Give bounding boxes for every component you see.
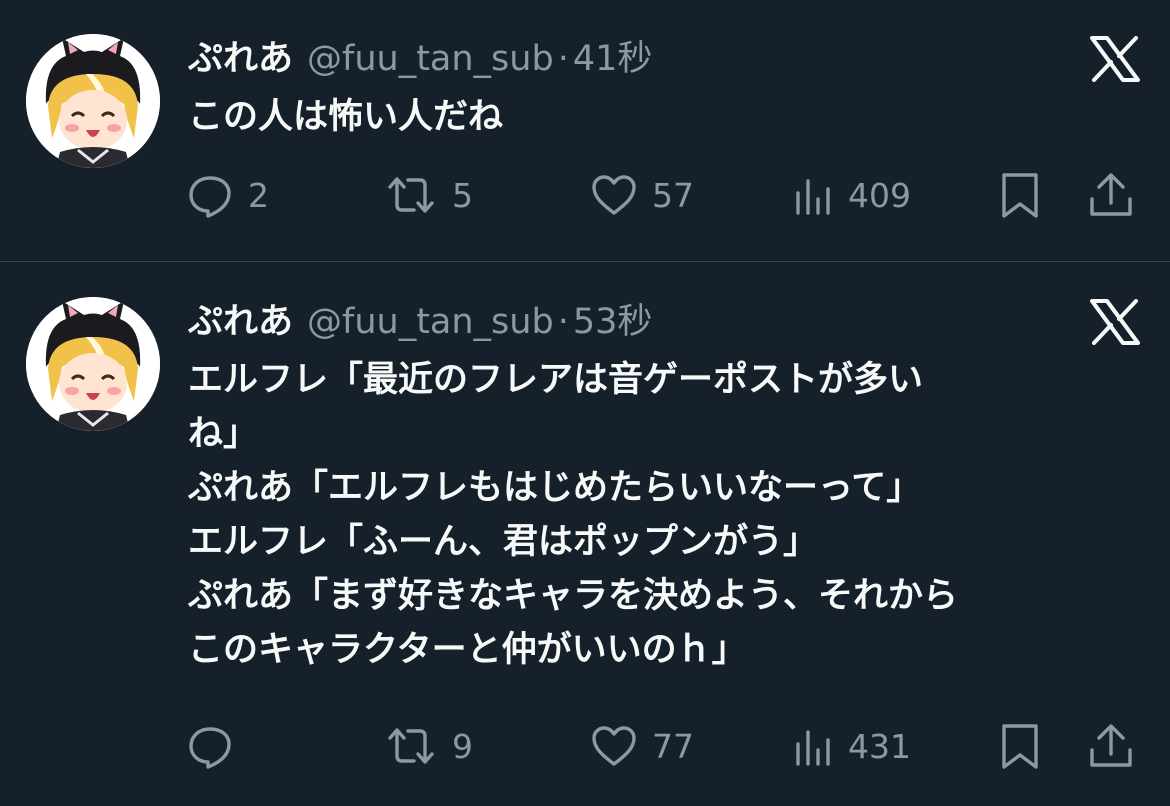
heart-icon	[590, 722, 638, 770]
bookmark-button[interactable]	[998, 721, 1042, 771]
reply-count: 2	[248, 175, 269, 215]
like-count: 77	[652, 726, 694, 766]
share-upload-icon	[1086, 171, 1136, 219]
tweet-actions: 9 77 431	[186, 721, 1146, 771]
retweet-count: 5	[452, 175, 473, 215]
tweet-text: エルフレ「最近のフレアは音ゲーポストが多い ね」 ぷれあ「エルフレもはじめたらい…	[188, 353, 1128, 677]
reply-bubble-icon	[186, 722, 234, 770]
like-button[interactable]: 77	[590, 721, 694, 771]
tweet-text-line: ぷれあ「エルフレもはじめたらいいなーって」	[188, 468, 922, 508]
tweet-text-line: エルフレ「ふーん、君はポップンがう」	[188, 522, 819, 562]
bar-chart-icon	[794, 722, 834, 770]
views-button[interactable]: 409	[794, 170, 911, 220]
tweet-header: ぷれあ @fuu_tan_sub · 53秒	[188, 299, 652, 345]
bar-chart-icon	[794, 171, 834, 219]
display-name[interactable]: ぷれあ	[188, 302, 293, 342]
tweet-text-line: このキャラクターと仲がいいのｈ」	[188, 630, 747, 670]
tweet-text-line: この人は怖い人だね	[188, 97, 504, 137]
tweet-card[interactable]: ぷれあ @fuu_tan_sub · 41秒 この人は怖い人だね 2 5 57 …	[0, 0, 1170, 262]
view-count: 431	[848, 726, 911, 766]
timestamp[interactable]: 53秒	[573, 302, 653, 342]
reply-button[interactable]	[186, 721, 248, 771]
x-logo-icon	[1090, 36, 1140, 82]
retweet-arrows-icon	[384, 171, 438, 219]
view-count: 409	[848, 175, 911, 215]
x-logo-icon	[1090, 299, 1140, 345]
share-button[interactable]	[1086, 721, 1136, 771]
timestamp[interactable]: 41秒	[573, 39, 653, 79]
tweet-text: この人は怖い人だね	[188, 90, 1128, 144]
avatar[interactable]	[26, 297, 160, 431]
tweet-actions: 2 5 57 409	[186, 170, 1146, 220]
avatar[interactable]	[26, 34, 160, 168]
header-separator: ·	[557, 302, 569, 342]
tweet-text-line: ね」	[188, 414, 259, 454]
bookmark-icon	[998, 722, 1042, 770]
share-upload-icon	[1086, 722, 1136, 770]
retweet-count: 9	[452, 726, 473, 766]
bookmark-button[interactable]	[998, 170, 1042, 220]
bookmark-icon	[998, 171, 1042, 219]
header-separator: ·	[557, 39, 569, 79]
user-handle[interactable]: @fuu_tan_sub	[307, 39, 554, 79]
reply-bubble-icon	[186, 171, 234, 219]
tweet-header: ぷれあ @fuu_tan_sub · 41秒	[188, 36, 652, 82]
heart-icon	[590, 171, 638, 219]
views-button[interactable]: 431	[794, 721, 911, 771]
reply-button[interactable]: 2	[186, 170, 269, 220]
display-name[interactable]: ぷれあ	[188, 39, 293, 79]
share-button[interactable]	[1086, 170, 1136, 220]
tweet-card[interactable]: ぷれあ @fuu_tan_sub · 53秒 エルフレ「最近のフレアは音ゲーポストが多…	[0, 263, 1170, 806]
tweet-text-line: エルフレ「最近のフレアは音ゲーポストが多い	[188, 360, 924, 400]
retweet-button[interactable]: 9	[384, 721, 473, 771]
user-handle[interactable]: @fuu_tan_sub	[307, 302, 554, 342]
retweet-button[interactable]: 5	[384, 170, 473, 220]
tweet-text-line: ぷれあ「まず好きなキャラを決めよう、それから	[188, 576, 959, 616]
like-button[interactable]: 57	[590, 170, 694, 220]
like-count: 57	[652, 175, 694, 215]
retweet-arrows-icon	[384, 722, 438, 770]
